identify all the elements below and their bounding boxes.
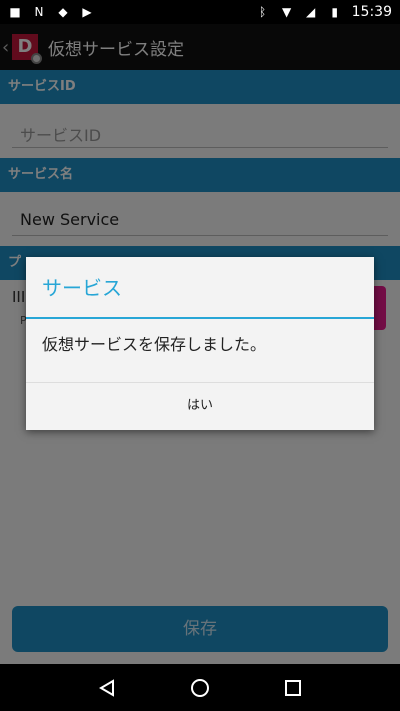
signal-icon: ◢ (306, 5, 316, 19)
home-circle-icon (190, 678, 209, 697)
recents-square-icon (285, 679, 302, 696)
back-nav-button[interactable] (87, 668, 127, 708)
cat-icon: ◆ (58, 5, 68, 19)
confirmation-dialog: サービス 仮想サービスを保存しました。 はい (26, 257, 374, 430)
home-nav-button[interactable] (180, 668, 220, 708)
notification-square-icon: ■ (9, 5, 21, 19)
dialog-title: サービス (26, 257, 374, 319)
recents-nav-button[interactable] (273, 668, 313, 708)
back-triangle-icon (98, 678, 114, 697)
dialog-message: 仮想サービスを保存しました。 (26, 319, 374, 383)
clock: 15:39 (351, 4, 392, 20)
battery-icon: ▮ (331, 5, 338, 19)
arrow-icon: ▶ (82, 5, 92, 19)
navigation-bar (0, 664, 400, 711)
wifi-icon: ▼ (282, 5, 292, 19)
status-bar: ■ N ◆ ▶ ᛒ ▼ ◢ ▮ 15:39 (0, 0, 400, 24)
bluetooth-icon: ᛒ (259, 5, 267, 19)
dialog-ok-button[interactable]: はい (26, 383, 374, 428)
n-icon: N (34, 5, 44, 19)
